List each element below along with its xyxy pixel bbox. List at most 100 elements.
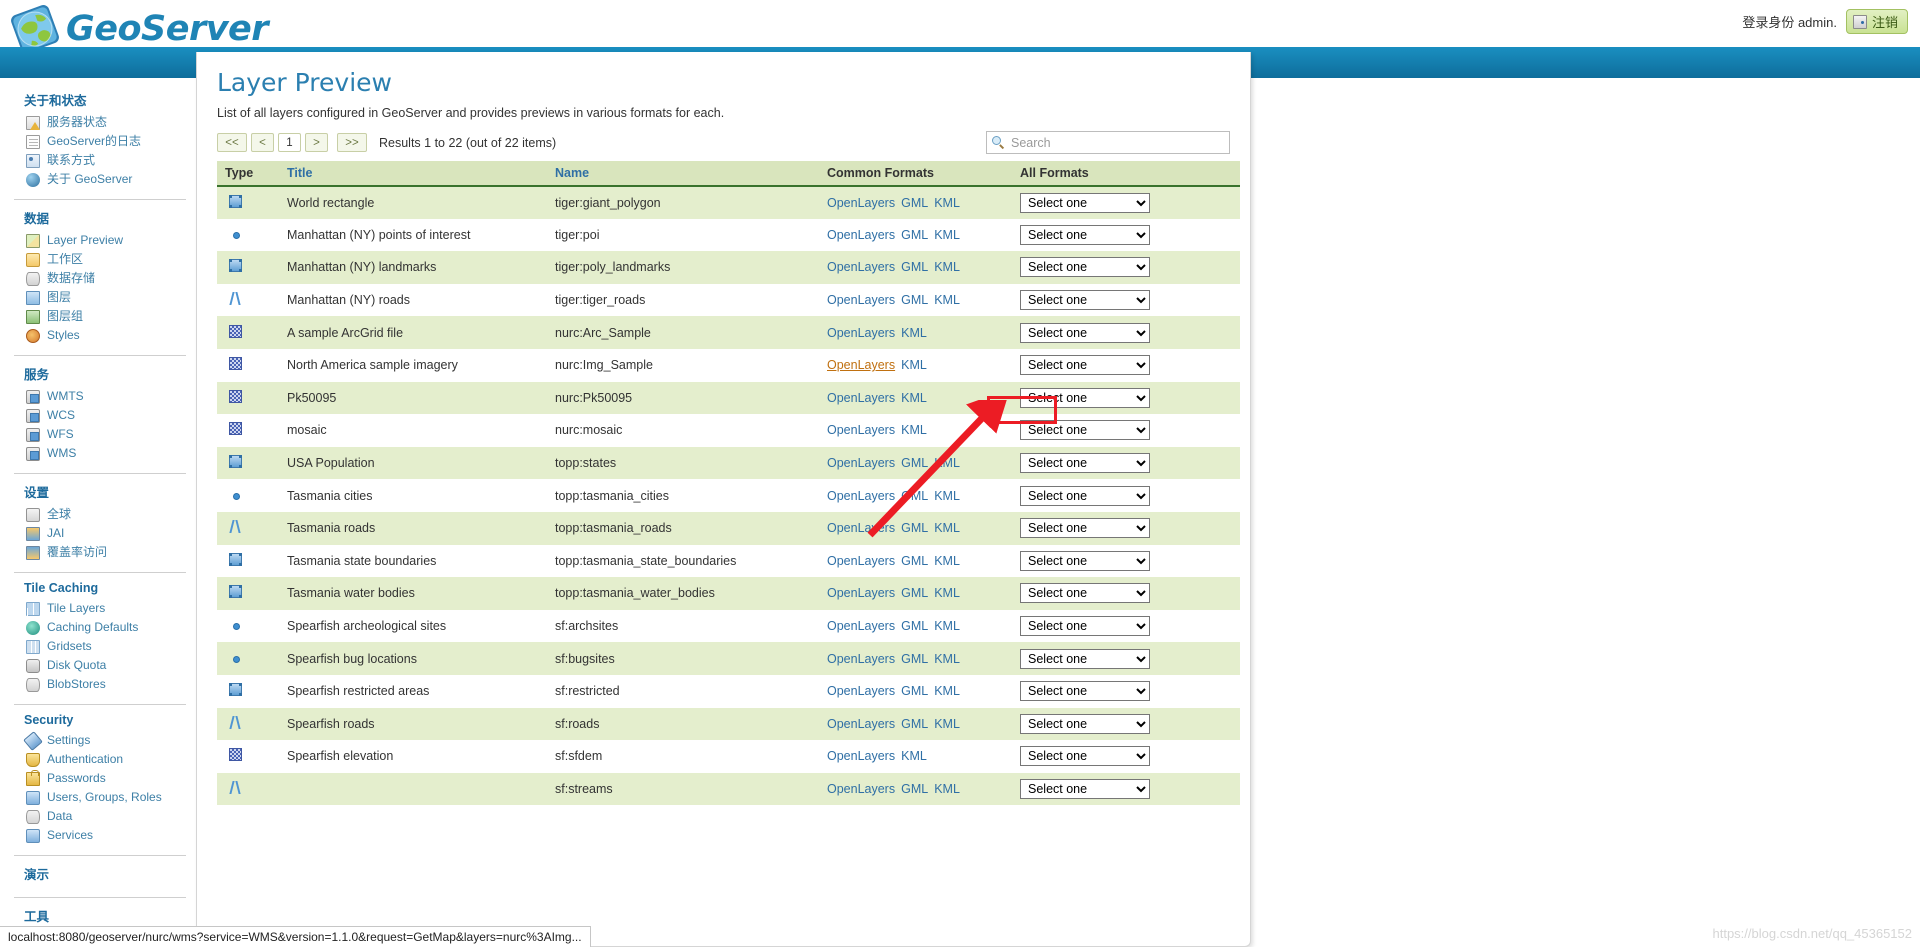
all-formats-select[interactable]: Select one	[1020, 746, 1150, 767]
format-link-kml[interactable]: KML	[901, 326, 927, 340]
all-formats-select[interactable]: Select one	[1020, 616, 1150, 637]
sidebar-item-layer-preview[interactable]: Layer Preview	[0, 231, 196, 250]
format-link-kml[interactable]: KML	[901, 391, 927, 405]
sidebar-item-about-geoserver[interactable]: 关于 GeoServer	[0, 170, 196, 189]
format-link-openlayers[interactable]: OpenLayers	[827, 326, 895, 340]
format-link-openlayers[interactable]: OpenLayers	[827, 684, 895, 698]
format-link-kml[interactable]: KML	[934, 554, 960, 568]
sidebar-item-data[interactable]: Data	[0, 807, 196, 826]
format-link-gml[interactable]: GML	[901, 260, 928, 274]
format-link-kml[interactable]: KML	[934, 586, 960, 600]
sidebar-item-users-groups-roles[interactable]: Users, Groups, Roles	[0, 788, 196, 807]
all-formats-select[interactable]: Select one	[1020, 681, 1150, 702]
sidebar-item-jai[interactable]: JAI	[0, 524, 196, 543]
sidebar-item-layer-groups[interactable]: 图层组	[0, 307, 196, 326]
format-link-gml[interactable]: GML	[901, 521, 928, 535]
format-link-kml[interactable]: KML	[934, 521, 960, 535]
format-link-openlayers[interactable]: OpenLayers	[827, 489, 895, 503]
pager-last-button[interactable]: >>	[337, 133, 367, 152]
format-link-kml[interactable]: KML	[901, 358, 927, 372]
format-link-gml[interactable]: GML	[901, 586, 928, 600]
search-box[interactable]	[986, 131, 1230, 154]
all-formats-select[interactable]: Select one	[1020, 322, 1150, 343]
format-link-kml[interactable]: KML	[934, 619, 960, 633]
all-formats-select[interactable]: Select one	[1020, 453, 1150, 474]
format-link-kml[interactable]: KML	[934, 489, 960, 503]
sidebar-item-caching-defaults[interactable]: Caching Defaults	[0, 618, 196, 637]
format-link-kml[interactable]: KML	[934, 260, 960, 274]
sidebar-item-tile-layers[interactable]: Tile Layers	[0, 599, 196, 618]
format-link-openlayers[interactable]: OpenLayers	[827, 554, 895, 568]
format-link-kml[interactable]: KML	[934, 717, 960, 731]
sidebar-item-styles[interactable]: Styles	[0, 326, 196, 345]
format-link-openlayers[interactable]: OpenLayers	[827, 717, 895, 731]
format-link-openlayers[interactable]: OpenLayers	[827, 586, 895, 600]
format-link-gml[interactable]: GML	[901, 489, 928, 503]
sidebar-item-wcs[interactable]: WCS	[0, 406, 196, 425]
sidebar-item-wfs[interactable]: WFS	[0, 425, 196, 444]
search-input[interactable]	[1009, 134, 1224, 151]
format-link-kml[interactable]: KML	[934, 652, 960, 666]
sidebar-item-authentication[interactable]: Authentication	[0, 750, 196, 769]
format-link-kml[interactable]: KML	[934, 228, 960, 242]
format-link-openlayers[interactable]: OpenLayers	[827, 260, 895, 274]
sidebar-item-wmts[interactable]: WMTS	[0, 387, 196, 406]
format-link-openlayers[interactable]: OpenLayers	[827, 521, 895, 535]
format-link-gml[interactable]: GML	[901, 782, 928, 796]
all-formats-select[interactable]: Select one	[1020, 648, 1150, 669]
all-formats-select[interactable]: Select one	[1020, 192, 1150, 213]
sidebar-item-server-status[interactable]: 服务器状态	[0, 113, 196, 132]
pager-next-button[interactable]: >	[305, 133, 328, 152]
format-link-openlayers[interactable]: OpenLayers	[827, 619, 895, 633]
all-formats-select[interactable]: Select one	[1020, 583, 1150, 604]
sidebar-item-geoserver-logs[interactable]: GeoServer的日志	[0, 132, 196, 151]
logout-button[interactable]: 注销	[1845, 9, 1908, 34]
pager-page-1[interactable]: 1	[278, 133, 301, 152]
all-formats-select[interactable]: Select one	[1020, 224, 1150, 245]
nav-heading-demo[interactable]: 演示	[0, 858, 196, 887]
sidebar-item-settings[interactable]: Settings	[0, 730, 196, 751]
format-link-gml[interactable]: GML	[901, 684, 928, 698]
sidebar-item-passwords[interactable]: Passwords	[0, 769, 196, 788]
format-link-openlayers[interactable]: OpenLayers	[827, 228, 895, 242]
format-link-gml[interactable]: GML	[901, 293, 928, 307]
all-formats-select[interactable]: Select one	[1020, 387, 1150, 408]
nav-heading-tools[interactable]: 工具	[0, 900, 196, 929]
format-link-kml[interactable]: KML	[934, 196, 960, 210]
format-link-kml[interactable]: KML	[934, 456, 960, 470]
format-link-gml[interactable]: GML	[901, 228, 928, 242]
sidebar-item-coverage-access[interactable]: 覆盖率访问	[0, 543, 196, 562]
format-link-gml[interactable]: GML	[901, 652, 928, 666]
format-link-kml[interactable]: KML	[934, 684, 960, 698]
sidebar-item-stores[interactable]: 数据存储	[0, 269, 196, 288]
format-link-gml[interactable]: GML	[901, 196, 928, 210]
sidebar-item-global[interactable]: 全球	[0, 505, 196, 524]
sidebar-item-gridsets[interactable]: Gridsets	[0, 637, 196, 656]
format-link-kml[interactable]: KML	[901, 423, 927, 437]
sidebar-item-disk-quota[interactable]: Disk Quota	[0, 656, 196, 675]
all-formats-select[interactable]: Select one	[1020, 257, 1150, 278]
all-formats-select[interactable]: Select one	[1020, 485, 1150, 506]
all-formats-select[interactable]: Select one	[1020, 778, 1150, 799]
sidebar-item-wms[interactable]: WMS	[0, 444, 196, 463]
format-link-gml[interactable]: GML	[901, 619, 928, 633]
pager-first-button[interactable]: <<	[217, 133, 247, 152]
all-formats-select[interactable]: Select one	[1020, 518, 1150, 539]
sidebar-item-blobstores[interactable]: BlobStores	[0, 675, 196, 694]
sidebar-item-services[interactable]: Services	[0, 826, 196, 845]
format-link-openlayers[interactable]: OpenLayers	[827, 293, 895, 307]
column-header-title[interactable]: Title	[279, 161, 547, 187]
format-link-kml[interactable]: KML	[934, 782, 960, 796]
format-link-gml[interactable]: GML	[901, 717, 928, 731]
all-formats-select[interactable]: Select one	[1020, 355, 1150, 376]
sidebar-item-contact[interactable]: 联系方式	[0, 151, 196, 170]
sidebar-item-layers[interactable]: 图层	[0, 288, 196, 307]
all-formats-select[interactable]: Select one	[1020, 420, 1150, 441]
all-formats-select[interactable]: Select one	[1020, 550, 1150, 571]
format-link-gml[interactable]: GML	[901, 554, 928, 568]
format-link-openlayers[interactable]: OpenLayers	[827, 652, 895, 666]
format-link-openlayers[interactable]: OpenLayers	[827, 391, 895, 405]
sidebar-item-workspaces[interactable]: 工作区	[0, 250, 196, 269]
format-link-openlayers[interactable]: OpenLayers	[827, 782, 895, 796]
format-link-openlayers[interactable]: OpenLayers	[827, 196, 895, 210]
